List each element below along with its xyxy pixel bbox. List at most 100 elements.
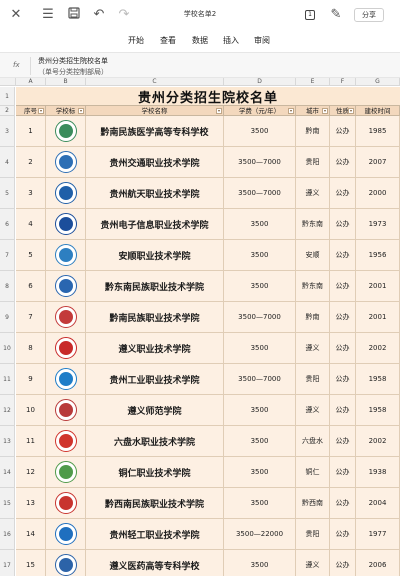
menu-view[interactable]: 查看 [160,35,176,46]
pen-icon[interactable]: ✎ [328,7,344,23]
corner-cell[interactable] [0,78,16,86]
cell-type[interactable]: 公办 [330,209,356,240]
cell-no[interactable]: 1 [16,116,46,147]
cell-type[interactable]: 公办 [330,364,356,395]
header-year[interactable]: 建校时间 [356,106,400,116]
cell-type[interactable]: 公办 [330,519,356,550]
cell-city[interactable]: 六盘水 [296,426,330,457]
cell-name[interactable]: 铜仁职业技术学院 [86,457,224,488]
cell-year[interactable]: 2002 [356,333,400,364]
cell-fee[interactable]: 3500 [224,240,296,271]
cell-logo[interactable] [46,116,86,147]
cell-city[interactable]: 贵阳 [296,519,330,550]
cell-city[interactable]: 黔西南 [296,488,330,519]
cell-year[interactable]: 1973 [356,209,400,240]
cell-no[interactable]: 10 [16,395,46,426]
cell-logo[interactable] [46,519,86,550]
cell-fee[interactable]: 3500 [224,550,296,576]
cell-city[interactable]: 遵义 [296,178,330,209]
cell-name[interactable]: 安顺职业技术学院 [86,240,224,271]
cell-no[interactable]: 5 [16,240,46,271]
row-header[interactable]: 7 [0,240,15,271]
close-icon[interactable]: ✕ [8,7,24,23]
row-header[interactable]: 16 [0,519,15,550]
cell-type[interactable]: 公办 [330,116,356,147]
header-city[interactable]: 城市 ▾ [296,106,330,116]
row-header[interactable]: 11 [0,364,15,395]
cell-no[interactable]: 15 [16,550,46,576]
cell-no[interactable]: 13 [16,488,46,519]
column-header-b[interactable]: B [46,78,86,86]
cell-no[interactable]: 6 [16,271,46,302]
cell-logo[interactable] [46,550,86,576]
column-header-c[interactable]: C [86,78,224,86]
cell-city[interactable]: 黔南 [296,116,330,147]
cell-logo[interactable] [46,426,86,457]
sheet-title-cell[interactable]: 贵州分类招生院校名单 [16,87,400,106]
row-header[interactable]: 12 [0,395,15,426]
row-header[interactable]: 17 [0,550,15,576]
cell-year[interactable]: 1958 [356,395,400,426]
cell-name[interactable]: 遵义师范学院 [86,395,224,426]
save-icon[interactable] [66,7,82,23]
menu-data[interactable]: 数据 [192,35,208,46]
cell-fee[interactable]: 3500 [224,457,296,488]
header-name[interactable]: 学校名称 ▾ [86,106,224,116]
cell-type[interactable]: 公办 [330,457,356,488]
cell-logo[interactable] [46,271,86,302]
cell-year[interactable]: 2001 [356,271,400,302]
cell-name[interactable]: 黔西南民族职业技术学院 [86,488,224,519]
cell-no[interactable]: 9 [16,364,46,395]
menu-review[interactable]: 审阅 [254,35,270,46]
cell-city[interactable]: 贵阳 [296,147,330,178]
cell-year[interactable]: 1958 [356,364,400,395]
cell-year[interactable]: 1977 [356,519,400,550]
cell-type[interactable]: 公办 [330,271,356,302]
row-header[interactable]: 14 [0,457,15,488]
redo-icon[interactable]: ↷ [116,7,132,23]
row-header[interactable]: 10 [0,333,15,364]
menu-home[interactable]: 开始 [128,35,144,46]
row-header[interactable]: 9 [0,302,15,333]
cell-fee[interactable]: 3500 [224,209,296,240]
cell-type[interactable]: 公办 [330,240,356,271]
menu-icon[interactable]: ☰ [40,7,56,23]
cell-type[interactable]: 公办 [330,302,356,333]
cell-city[interactable]: 遵义 [296,395,330,426]
menu-insert[interactable]: 插入 [223,35,239,46]
cell-fee[interactable]: 3500—7000 [224,364,296,395]
cell-year[interactable]: 2000 [356,178,400,209]
cell-name[interactable]: 黔东南民族职业技术学院 [86,271,224,302]
cell-year[interactable]: 1956 [356,240,400,271]
cell-city[interactable]: 铜仁 [296,457,330,488]
cell-name[interactable]: 黔南民族职业技术学院 [86,302,224,333]
cell-name[interactable]: 贵州工业职业技术学院 [86,364,224,395]
row-header[interactable]: 4 [0,147,15,178]
row-header[interactable]: 6 [0,209,15,240]
cell-name[interactable]: 黔南民族医学高等专科学校 [86,116,224,147]
column-header-g[interactable]: G [356,78,400,86]
cell-no[interactable]: 14 [16,519,46,550]
cell-no[interactable]: 3 [16,178,46,209]
cell-logo[interactable] [46,488,86,519]
cell-fee[interactable]: 3500 [224,271,296,302]
row-header[interactable]: 15 [0,488,15,519]
column-header-f[interactable]: F [330,78,356,86]
cell-logo[interactable] [46,209,86,240]
cell-city[interactable]: 遵义 [296,550,330,576]
cell-no[interactable]: 4 [16,209,46,240]
row-header[interactable]: 8 [0,271,15,302]
cell-city[interactable]: 贵阳 [296,364,330,395]
cell-city[interactable]: 黔东南 [296,209,330,240]
cell-logo[interactable] [46,240,86,271]
row-header[interactable]: 13 [0,426,15,457]
cell-type[interactable]: 公办 [330,333,356,364]
cell-logo[interactable] [46,147,86,178]
row-header-1[interactable]: 1 [0,87,15,106]
cell-year[interactable]: 2001 [356,302,400,333]
cell-no[interactable]: 8 [16,333,46,364]
cell-year[interactable]: 2007 [356,147,400,178]
column-header-a[interactable]: A [16,78,46,86]
cell-no[interactable]: 2 [16,147,46,178]
cell-year[interactable]: 1938 [356,457,400,488]
